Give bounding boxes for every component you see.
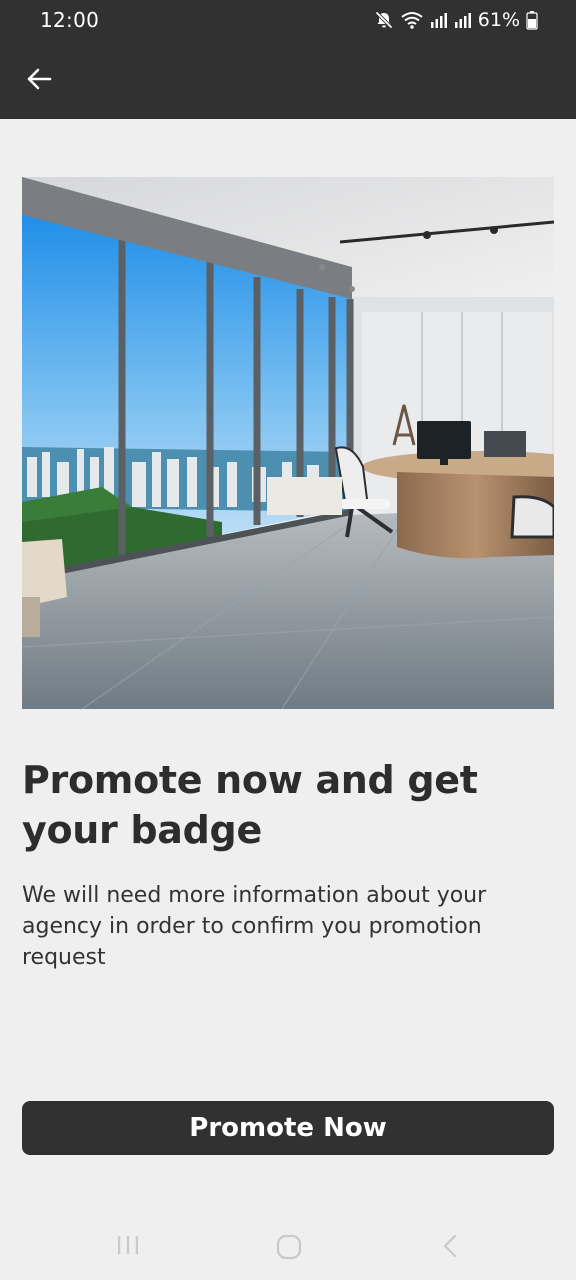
page-title: Promote now and get your badge [22, 758, 478, 852]
home-button[interactable] [276, 1234, 302, 1264]
mute-icon [375, 11, 393, 29]
signal-icon [454, 13, 471, 28]
wifi-icon [401, 12, 423, 29]
back-nav-icon [443, 1234, 457, 1258]
battery-percent: 61% [477, 9, 520, 31]
back-button[interactable] [18, 58, 60, 100]
arrow-left-icon [27, 68, 52, 90]
recent-apps-button[interactable] [116, 1234, 140, 1260]
promote-now-button[interactable]: Promote Now [22, 1101, 554, 1155]
hero-image [22, 177, 554, 709]
status-icons: 61% [374, 7, 538, 33]
signal-icon [430, 13, 447, 28]
status-bar: 12:00 61% [0, 0, 576, 40]
status-time: 12:00 [40, 8, 100, 32]
home-icon [276, 1234, 302, 1260]
recent-apps-icon [118, 1236, 138, 1254]
battery-icon [526, 11, 538, 30]
app-bar [0, 40, 576, 119]
navigation-bar [0, 1212, 576, 1280]
back-nav-button[interactable] [442, 1234, 458, 1262]
page-description: We will need more information about your… [22, 883, 487, 970]
